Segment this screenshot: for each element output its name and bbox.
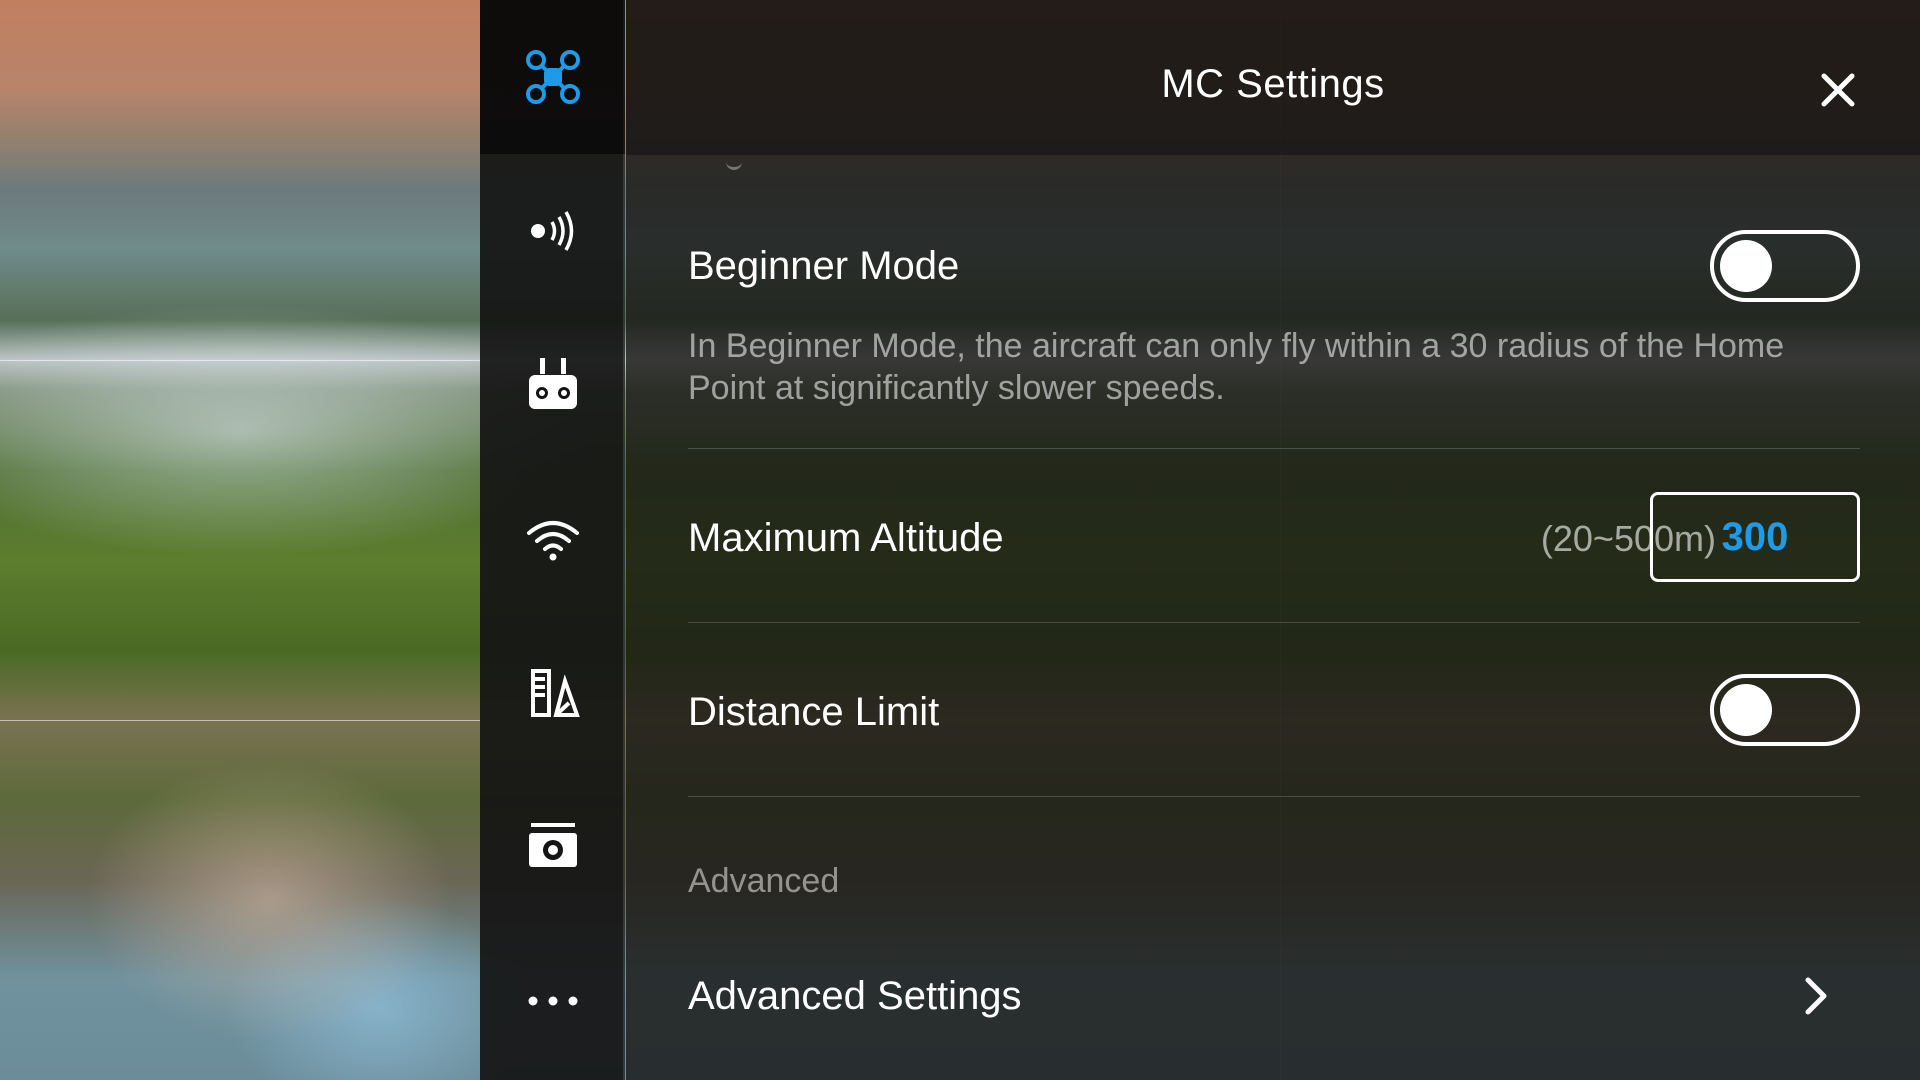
grid-line	[0, 720, 480, 721]
rail-item-camera[interactable]	[480, 770, 625, 924]
sensors-icon	[530, 211, 573, 251]
scroll-indicator	[726, 162, 742, 170]
rail-item-battery[interactable]	[480, 616, 625, 770]
rail-item-remote-controller[interactable]	[480, 308, 625, 462]
advanced-settings-row[interactable]: Advanced Settings	[626, 940, 1920, 1050]
rail-item-more[interactable]	[480, 924, 625, 1078]
toggle-knob	[1720, 684, 1772, 736]
divider	[688, 796, 1860, 797]
max-altitude-label: Maximum Altitude	[688, 516, 1004, 560]
remote-controller-icon	[528, 358, 577, 409]
toggle-knob	[1720, 240, 1772, 292]
rail-item-wifi[interactable]	[480, 462, 625, 616]
more-icon	[528, 996, 577, 1006]
chevron-right-icon	[1805, 977, 1827, 1015]
divider	[688, 448, 1860, 449]
settings-category-rail	[480, 0, 625, 1080]
distance-limit-toggle[interactable]	[1710, 674, 1860, 746]
battery-icon	[530, 669, 580, 717]
rail-item-aircraft[interactable]	[480, 0, 625, 154]
wifi-icon	[526, 521, 579, 561]
section-header-advanced: Advanced	[688, 862, 840, 900]
page-title: MC Settings	[1161, 62, 1385, 106]
close-icon	[1821, 73, 1855, 107]
grid-line	[0, 360, 480, 361]
rail-item-sensors[interactable]	[480, 154, 625, 308]
aircraft-icon	[525, 50, 580, 104]
close-button[interactable]	[1810, 62, 1866, 118]
divider	[688, 622, 1860, 623]
max-altitude-input[interactable]: 300	[1650, 492, 1860, 582]
distance-limit-label: Distance Limit	[688, 690, 940, 734]
beginner-mode-toggle[interactable]	[1710, 230, 1860, 302]
beginner-mode-label: Beginner Mode	[688, 244, 960, 288]
camera-icon	[528, 823, 577, 867]
panel-header: MC Settings	[626, 0, 1920, 155]
advanced-settings-label: Advanced Settings	[688, 974, 1022, 1018]
mc-settings-panel: MC Settings Beginner Mode In Beginner Mo…	[626, 0, 1920, 1080]
beginner-mode-description: In Beginner Mode, the aircraft can only …	[688, 327, 1785, 407]
